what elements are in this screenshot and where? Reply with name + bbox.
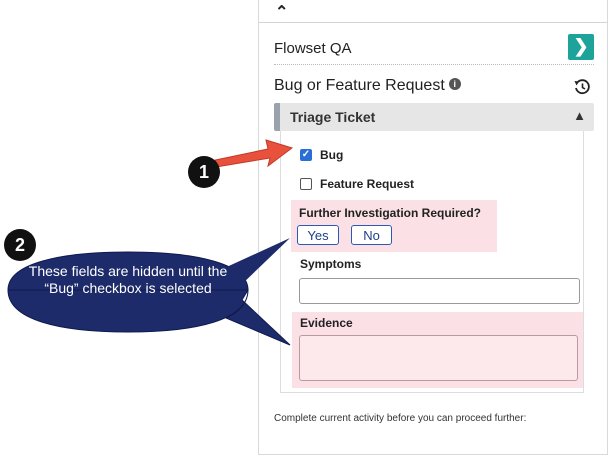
callout-badge-2: 2: [4, 229, 36, 261]
callout-badge-1: 1: [188, 156, 220, 188]
annotation-layer: [7, 139, 294, 346]
callout-bubble-text: These fields are hidden until the “Bug” …: [28, 263, 228, 296]
red-arrow: [205, 139, 294, 169]
